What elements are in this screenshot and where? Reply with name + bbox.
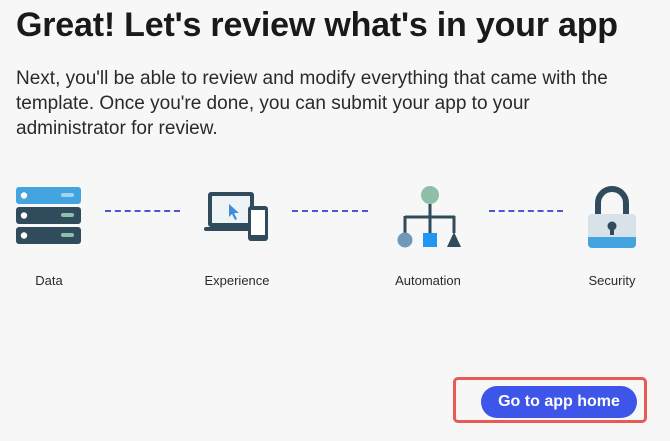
connector-line	[489, 210, 563, 212]
workflow-icon	[397, 186, 461, 248]
intro-text: Next, you'll be able to review and modif…	[16, 68, 608, 139]
connector-line	[292, 210, 368, 212]
database-icon	[16, 187, 81, 244]
lock-icon	[588, 186, 636, 248]
step-data: Data	[0, 180, 104, 300]
devices-icon	[204, 192, 268, 241]
connector-line	[105, 210, 180, 212]
step-label: Automation	[395, 273, 461, 288]
step-security: Security	[557, 180, 667, 300]
step-experience: Experience	[182, 180, 292, 300]
step-label: Data	[35, 273, 63, 288]
go-to-app-home-button[interactable]: Go to app home	[481, 386, 637, 418]
step-label: Experience	[204, 273, 270, 288]
step-automation: Automation	[373, 180, 483, 300]
step-label: Security	[588, 273, 636, 288]
page-title: Great! Let's review what's in your app	[16, 6, 618, 44]
